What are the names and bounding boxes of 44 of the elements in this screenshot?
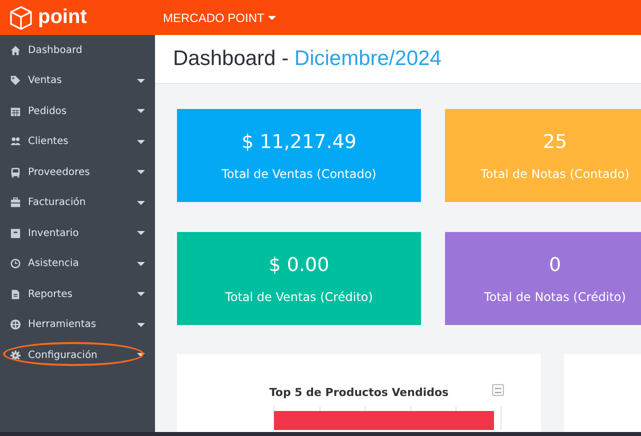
users-icon [10,136,21,148]
tag-icon [10,75,21,86]
caret-icon [137,322,145,327]
bus-icon [10,166,21,178]
caret-icon [137,200,145,205]
sidebar-item[interactable]: Pedidos [0,96,155,126]
briefcase-icon [10,197,21,208]
stat-label: Total de Notas (Contado) [480,166,630,180]
caret-icon [137,292,145,296]
caret-icon [137,231,145,236]
stat-label: Total de Ventas (Contado) [222,166,376,180]
stat-value: $ 11,217.49 [242,130,356,152]
sidebar-item[interactable]: Ventas [0,66,155,96]
caret-icon [137,109,145,114]
home-icon [10,44,21,56]
chart-title: Top 5 de Productos Vendidos [269,386,449,398]
chart-menu-button[interactable] [492,384,504,396]
sidebar-item[interactable]: Facturación [0,188,155,218]
caret-icon [137,262,145,266]
caret-icon [137,140,145,144]
stat-value: 25 [542,130,568,152]
stat-label: Total de Notas (Crédito) [484,290,626,304]
archive-icon [10,228,21,239]
lifebuoy-icon [10,319,21,330]
page-title: Dashboard - Diciembre/2024 [173,47,442,71]
box-logo-icon [8,4,34,30]
calendar-icon [10,106,21,117]
caret-icon [137,170,145,174]
caret-icon [137,78,145,83]
stat-label: Total de Ventas (Crédito) [225,290,373,304]
sidebar-item[interactable]: Reportes [0,279,155,310]
caret-icon [137,353,145,358]
sidebar-item[interactable]: Herramientas [0,310,155,340]
sidebar-item[interactable]: Asistencia [0,248,155,279]
sidebar-item[interactable]: Inventario [0,218,155,248]
stat-value: 0 [548,254,562,276]
stat-value: $ 0.00 [268,254,330,276]
sidebar-item[interactable]: Proveedores [0,157,155,188]
file-icon [10,288,21,300]
sidebar-item[interactable]: Clientes [0,126,155,157]
sidebar-item[interactable]: Configuración [0,340,155,370]
gear-icon [10,350,21,361]
sidebar-item[interactable]: Dashboard [0,35,155,66]
clock-icon [10,258,21,270]
